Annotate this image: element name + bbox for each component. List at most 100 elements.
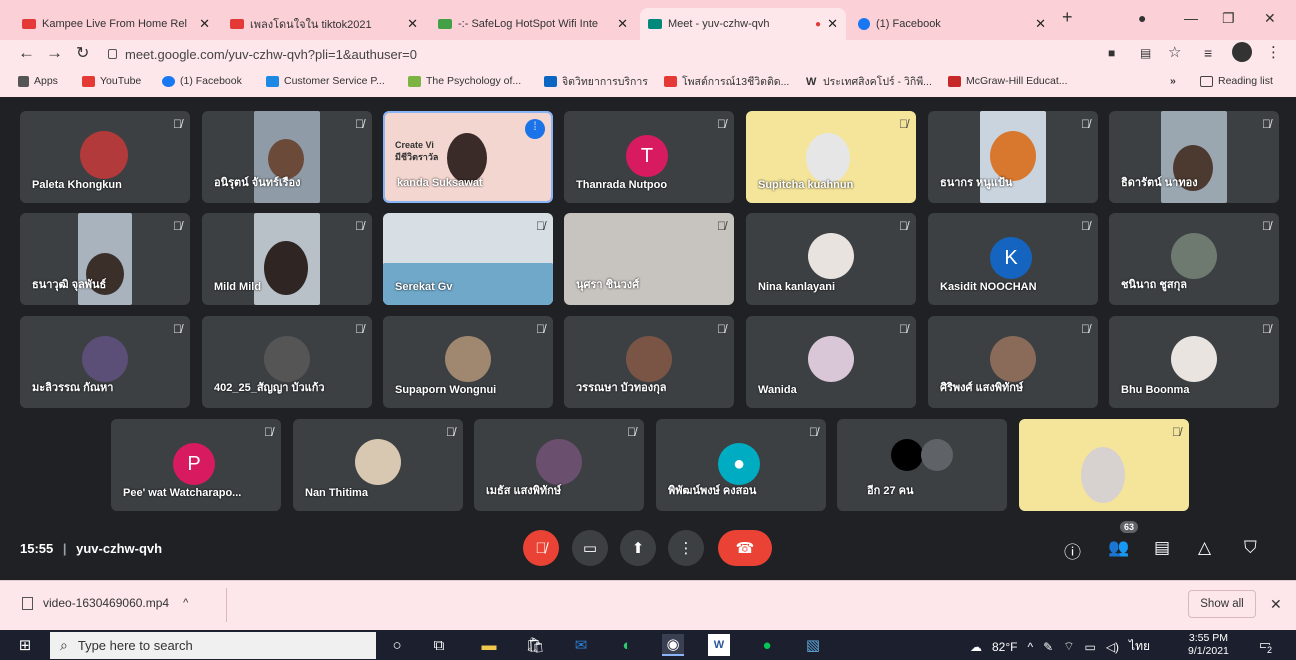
participant-tile[interactable]: Paleta Khongkun 🎙̸ xyxy=(20,111,190,203)
download-item[interactable]: video-1630469060.mp4 ^ xyxy=(22,596,188,610)
address-bar[interactable]: meet.google.com/yuv-czhw-qvh?pli=1&authu… xyxy=(108,43,1098,65)
bookmark-wikipedia[interactable]: W ประเทศสิงคโปร์ - วิกิพี... xyxy=(806,71,932,91)
activities-icon[interactable]: △ xyxy=(1198,538,1211,558)
word-icon[interactable]: W xyxy=(708,634,730,656)
participant-tile[interactable]: ธนาวุฒิ จุลพันธ์ 🎙̸ xyxy=(20,213,190,305)
info-icon[interactable]: ⓘ xyxy=(1064,538,1081,563)
chevron-up-icon[interactable]: ^ xyxy=(183,597,188,609)
close-icon[interactable]: ✕ xyxy=(617,16,628,32)
chevron-up-icon[interactable]: ^ xyxy=(1027,640,1033,654)
close-icon[interactable]: ✕ xyxy=(407,16,418,32)
chrome-icon[interactable]: ◉ xyxy=(662,634,684,656)
bookmark-apps[interactable]: Apps xyxy=(18,71,58,91)
tab-tiktok[interactable]: เพลงโดนใจใน tiktok2021 ✕ xyxy=(222,10,426,38)
network-icon[interactable]: ▭ xyxy=(1084,640,1095,654)
more-options-button[interactable]: ⋮ xyxy=(668,530,704,566)
weather-temp[interactable]: 82°F xyxy=(992,640,1017,654)
snippet-line: Create Vi xyxy=(395,140,434,150)
participant-tile[interactable]: ธิดารัตน์ นาทอง 🎙̸ xyxy=(1109,111,1279,203)
participant-tile[interactable]: Serekat Gv 🎙̸ xyxy=(383,213,553,305)
participant-tile[interactable]: T Thanrada Nutpoo 🎙̸ xyxy=(564,111,734,203)
participant-tile[interactable]: Nina kanlayani 🎙̸ xyxy=(746,213,916,305)
participant-tile[interactable]: ธนากร หนูแป้น 🎙̸ xyxy=(928,111,1098,203)
wifi-icon[interactable]: ⌔ xyxy=(1063,639,1074,654)
participant-tile[interactable]: วรรณษา บัวทองกุล 🎙̸ xyxy=(564,316,734,408)
store-icon[interactable]: 🛍 xyxy=(524,634,546,656)
tab-safelog[interactable]: -:- SafeLog HotSpot Wifi Inte ✕ xyxy=(430,10,636,38)
participant-tile[interactable]: ● พิพัฒน์พงษ์ คงสอน 🎙̸ xyxy=(656,419,826,511)
tab-kampee[interactable]: Kampee Live From Home Rel ✕ xyxy=(14,10,218,38)
file-explorer-icon[interactable]: ▬ xyxy=(478,634,500,656)
mic-toggle-button[interactable]: 🎙̸ xyxy=(523,530,559,566)
close-icon[interactable]: ✕ xyxy=(199,16,210,32)
participant-tile[interactable]: มะลิวรรณ กัณหา 🎙̸ xyxy=(20,316,190,408)
people-icon[interactable]: 👥 xyxy=(1108,538,1129,558)
profile-avatar[interactable] xyxy=(1232,42,1252,62)
participant-tile[interactable]: Supitcha kuahnun 🎙̸ xyxy=(746,111,916,203)
leave-call-button[interactable]: ☎ xyxy=(718,530,772,566)
participant-tile[interactable]: K Kasidit NOOCHAN 🎙̸ xyxy=(928,213,1098,305)
windows-start-icon[interactable]: ⊞ xyxy=(14,634,36,656)
participant-tile[interactable]: ศิริพงศ์ แสงพิทักษ์ 🎙̸ xyxy=(928,316,1098,408)
bookmark-post[interactable]: โพสต์การณ์13ชีวิตติด... xyxy=(664,71,789,91)
host-controls-icon[interactable]: ⛉ xyxy=(1244,538,1257,558)
maximize-button[interactable]: ❐ xyxy=(1222,10,1235,27)
participant-tile[interactable]: Bhu Boonma 🎙̸ xyxy=(1109,316,1279,408)
playlist-icon[interactable]: ≡ xyxy=(1204,45,1212,61)
participant-tile[interactable]: Supaporn Wongnui 🎙̸ xyxy=(383,316,553,408)
participant-tile[interactable]: เมธัส แสงพิทักษ์ 🎙̸ xyxy=(474,419,644,511)
input-language[interactable]: ไทย xyxy=(1129,637,1150,656)
close-download-bar-icon[interactable]: ✕ xyxy=(1270,596,1282,613)
participant-tile[interactable]: ชนินาถ ชูสกุล 🎙̸ xyxy=(1109,213,1279,305)
tab-meet[interactable]: Meet - yuv-czhw-qvh ● ✕ xyxy=(640,8,846,40)
close-icon[interactable]: ✕ xyxy=(827,16,838,32)
camera-indicator-icon[interactable]: ■ xyxy=(1108,46,1115,60)
bookmark-facebook[interactable]: (1) Facebook xyxy=(162,71,242,91)
close-icon[interactable]: ✕ xyxy=(1035,16,1046,32)
minimize-button[interactable]: — xyxy=(1184,10,1198,26)
bookmark-mcgraw[interactable]: McGraw-Hill Educat... xyxy=(948,71,1068,91)
present-button[interactable]: ⬆ xyxy=(620,530,656,566)
tab-facebook[interactable]: (1) Facebook ✕ xyxy=(850,10,1054,38)
pen-icon[interactable]: ✎ xyxy=(1043,640,1053,654)
new-tab-button[interactable]: + xyxy=(1062,7,1073,28)
participant-tile[interactable]: Create Vi มีชีวิตราวัล kanda Suksawat ⁞ xyxy=(383,111,553,203)
taskbar-search-box[interactable]: ⌕ Type here to search xyxy=(50,632,376,659)
mail-icon[interactable]: ✉ xyxy=(570,634,592,656)
task-view-icon[interactable]: ⧉ xyxy=(428,634,450,656)
bookmark-linkedin[interactable]: จิตวิทยาการบริการ xyxy=(544,71,648,91)
bookmarks-overflow[interactable]: » xyxy=(1170,71,1176,91)
mic-off-icon: 🎙̸ xyxy=(173,322,182,336)
more-participants-tile[interactable]: อีก 27 คน xyxy=(837,419,1007,511)
participant-tile[interactable]: Wanida 🎙̸ xyxy=(746,316,916,408)
show-all-button[interactable]: Show all xyxy=(1188,590,1256,618)
participant-tile[interactable]: นุศรา ชินวงศ์ 🎙̸ xyxy=(564,213,734,305)
camera-toggle-button[interactable]: ▭ xyxy=(572,530,608,566)
participant-tile[interactable]: 402_25_สัญญา บัวแก้ว 🎙̸ xyxy=(202,316,372,408)
edge-icon[interactable]: ◐ xyxy=(616,634,638,656)
window-close-button[interactable]: ✕ xyxy=(1264,10,1276,27)
reload-icon[interactable]: ↻ xyxy=(76,43,89,63)
translate-icon[interactable]: ▤ xyxy=(1140,46,1151,60)
participant-tile[interactable]: Mild Mild 🎙̸ xyxy=(202,213,372,305)
menu-icon[interactable]: ⋮ xyxy=(1266,43,1281,61)
photos-icon[interactable]: ▧ xyxy=(802,634,824,656)
participant-tile[interactable]: Nan Thitima 🎙̸ xyxy=(293,419,463,511)
line-icon[interactable]: ● xyxy=(756,634,778,656)
volume-icon[interactable]: ◁) xyxy=(1106,640,1119,654)
chat-icon[interactable]: ▤ xyxy=(1154,538,1170,558)
bookmark-customer-service[interactable]: Customer Service P... xyxy=(266,71,385,91)
bookmark-psychology[interactable]: The Psychology of... xyxy=(408,71,521,91)
participant-tile[interactable]: P Pee' wat Watcharapo... 🎙̸ xyxy=(111,419,281,511)
bookmark-star-icon[interactable]: ☆ xyxy=(1168,43,1181,61)
participant-tile[interactable]: อนิรุตน์ จันทร์เรือง 🎙̸ xyxy=(202,111,372,203)
clock[interactable]: 3:55 PM 9/1/2021 xyxy=(1188,632,1229,658)
media-icon[interactable]: ● xyxy=(1138,10,1146,26)
bookmark-youtube[interactable]: YouTube xyxy=(82,71,141,91)
self-view-tile[interactable]: 🎙̸ xyxy=(1019,419,1189,511)
cortana-icon[interactable]: ○ xyxy=(386,634,408,656)
reading-list-button[interactable]: Reading list xyxy=(1200,71,1273,91)
back-icon[interactable]: ← xyxy=(18,43,35,63)
weather-icon[interactable]: ☁ xyxy=(970,640,982,654)
forward-icon[interactable]: → xyxy=(46,43,63,63)
